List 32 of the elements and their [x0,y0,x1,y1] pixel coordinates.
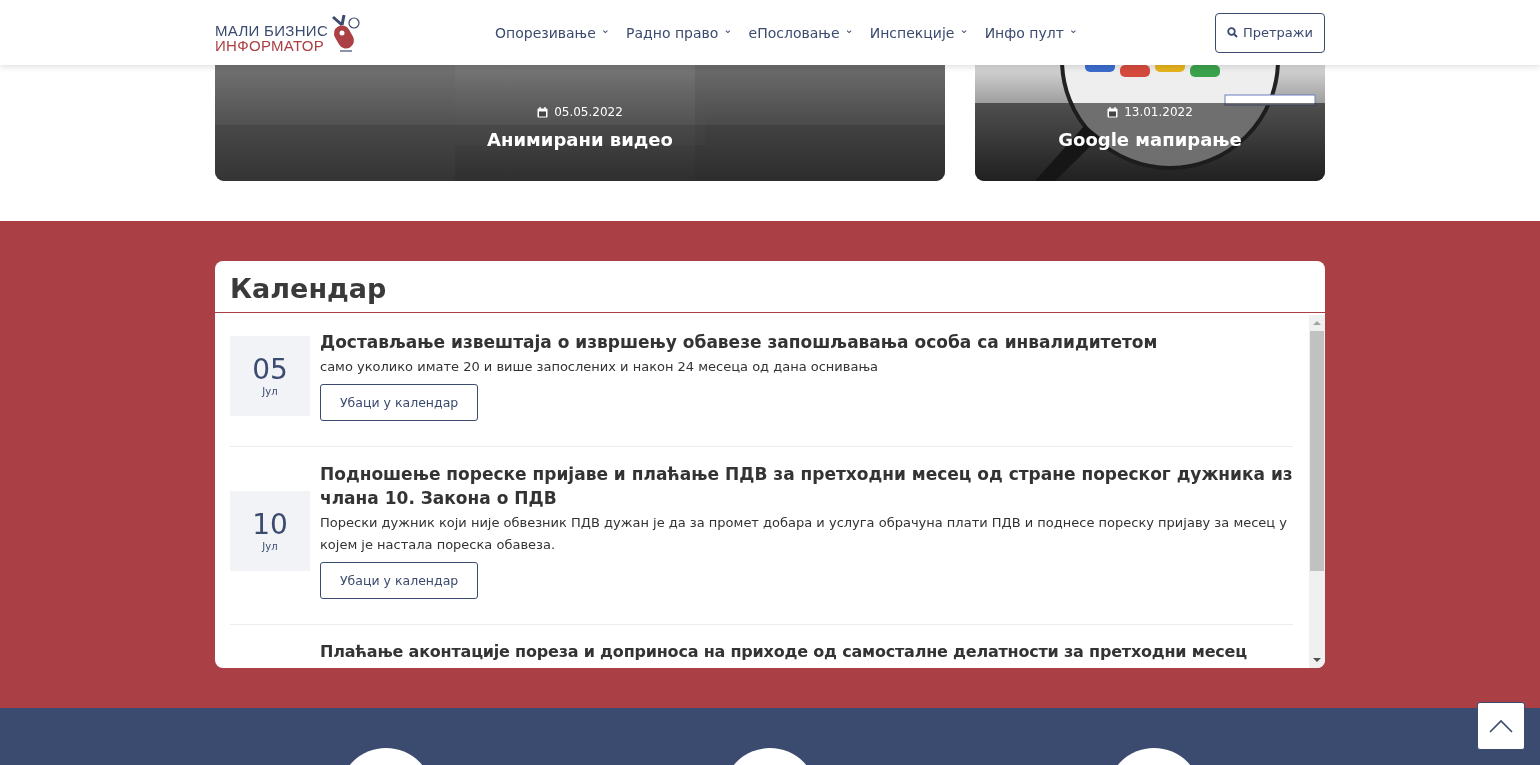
date-tile: 05 Јул [230,335,310,416]
event-title: Подношење пореске пријаве и плаћање ПДВ за претходни месец од стране пореског дужника из члана 10. Закона о ПДВ [320,463,1293,510]
caret-icon: ⌄ [600,24,611,35]
post-title-link[interactable]: Google мапирање [1058,129,1242,150]
chevron-up-icon [1489,719,1513,733]
event-title: Плаћање аконтације пореза и доприноса на приходе од самосталне делатности за претходни месец [320,641,1247,663]
nav-menu-item[interactable]: Радно право ⌄ [626,24,733,41]
back-to-top-button[interactable] [1477,702,1525,750]
nav-menu-item[interactable]: Инспекције ⌄ [869,24,969,41]
event-description: само уколико имате 20 и више запослених и након 24 месеца од дана оснивања [320,358,879,376]
scrollbar[interactable] [1309,315,1325,668]
calendar-icon [537,106,549,118]
event-title: Достављање извештаја о извршењу обавезе запошљавања особа са инвалидитетом [320,331,1158,354]
caret-icon: ⌄ [723,24,733,35]
nav-menu-item[interactable]: Опорезивање ⌄ [495,24,611,41]
search-icon [1227,27,1238,38]
nav-menu-item[interactable]: еПословање ⌄ [748,24,854,41]
caret-icon: ⌄ [844,24,854,35]
calendar-heading: Календар [215,261,1325,313]
add-to-calendar-button[interactable]: Убаци у календар [320,384,479,421]
caret-icon: ⌄ [1068,24,1078,35]
caret-icon: ⌄ [959,24,969,35]
event-description: Порески дужник који није обвезник ПДВ дужан је да за промет добара и услуга обрачуна плати ПДВ и поднесе пореску пријаву за месец у којем је настала пореска обавеза. [320,514,1288,554]
site-logo[interactable]: МАЛИ БИЗНИС ИНФОРМАТОР [215,12,495,53]
nav-menu-item[interactable]: Инфо пулт ⌄ [984,24,1078,41]
date-tile: 10 Јул [230,490,310,571]
post-title-link[interactable]: Анимирани видео [487,129,673,150]
search-button[interactable]: Претражи [1215,12,1325,53]
post-date: 05.05.2022 [537,105,623,119]
post-date: 13.01.2022 [1107,105,1193,119]
add-to-calendar-button[interactable]: Убаци у календар [320,562,479,599]
calendar-icon [1107,106,1119,118]
